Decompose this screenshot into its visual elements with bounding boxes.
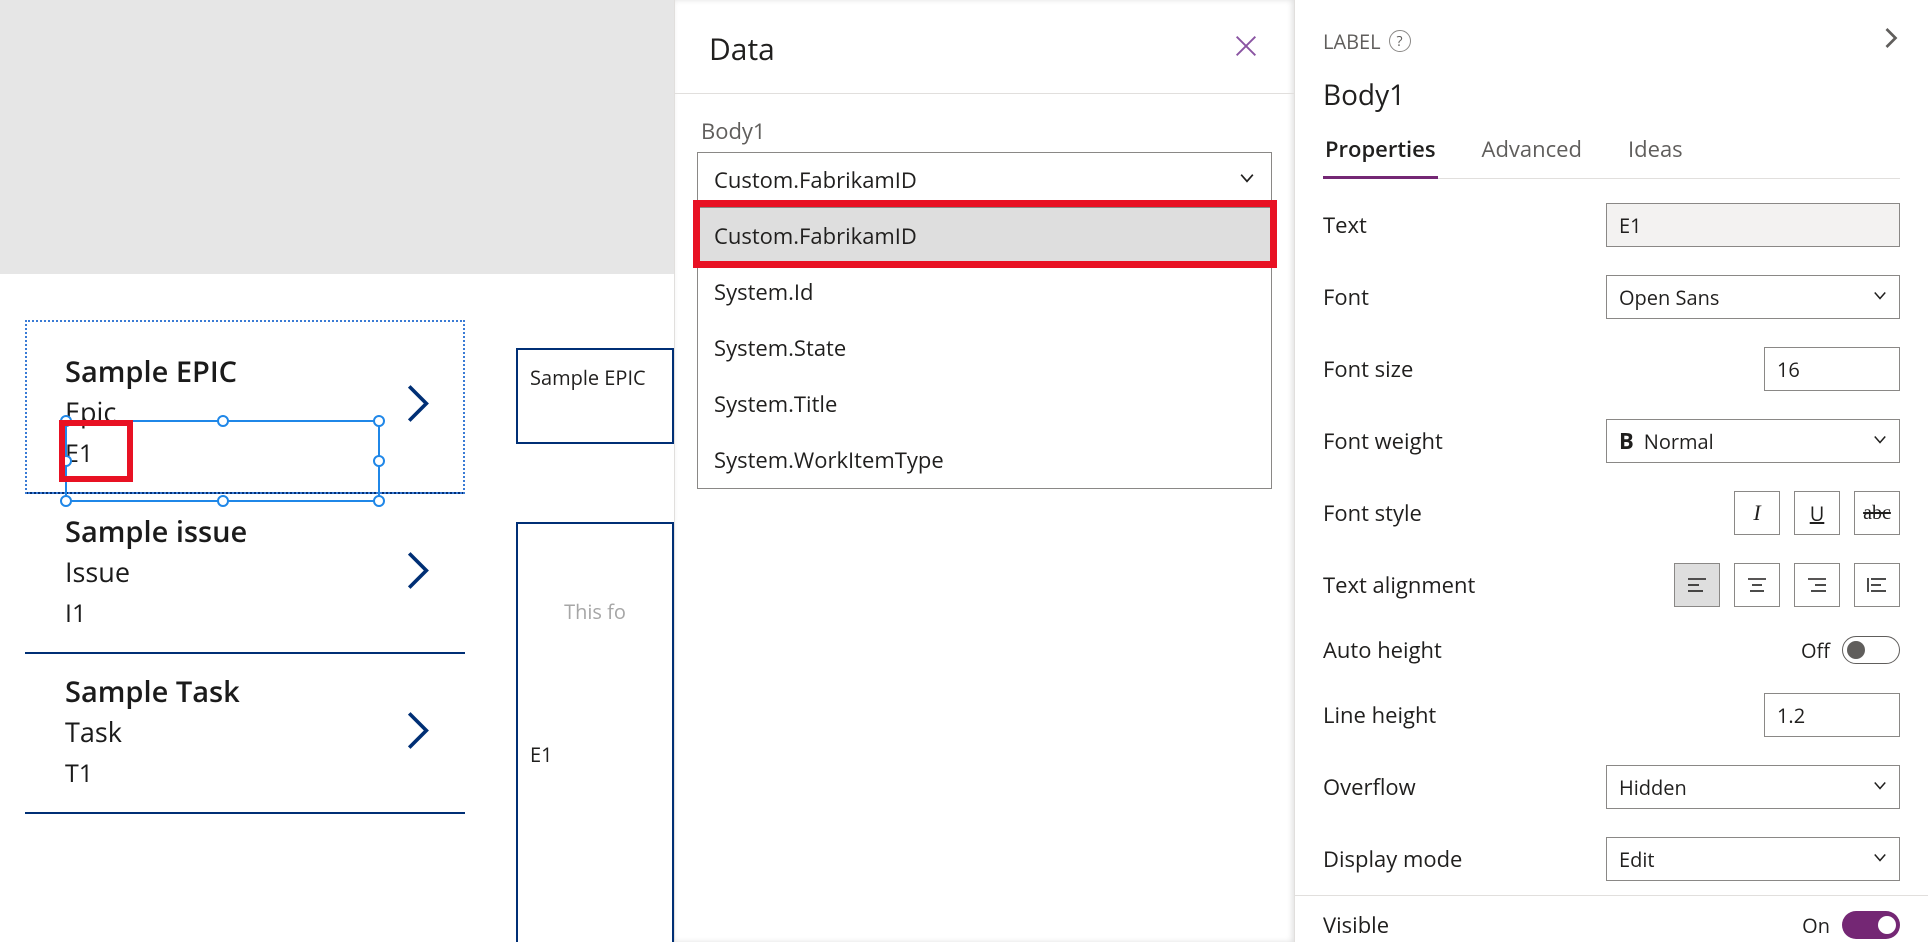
tab-advanced[interactable]: Advanced bbox=[1480, 128, 1584, 178]
detail-card-body[interactable]: This fo E1 bbox=[516, 522, 674, 942]
font-value: Open Sans bbox=[1619, 284, 1719, 311]
chevron-down-icon bbox=[1871, 284, 1889, 311]
visible-toggle[interactable] bbox=[1842, 911, 1900, 939]
italic-button[interactable]: I bbox=[1734, 491, 1780, 535]
gallery-item-type: Task bbox=[65, 713, 455, 750]
bold-icon: B bbox=[1619, 426, 1634, 456]
italic-icon: I bbox=[1753, 500, 1760, 526]
prop-label-fontweight: Font weight bbox=[1323, 426, 1443, 456]
detail-placeholder: This fo bbox=[530, 598, 660, 625]
dropdown-option[interactable]: System.Title bbox=[698, 376, 1271, 432]
dropdown-option[interactable]: Custom.FabrikamID bbox=[698, 208, 1271, 264]
select-value: Custom.FabrikamID bbox=[714, 165, 917, 195]
prop-label-autoheight: Auto height bbox=[1323, 635, 1442, 665]
element-name: Body1 bbox=[1323, 76, 1900, 114]
data-field-label: Body1 bbox=[701, 116, 1272, 146]
align-center-icon bbox=[1745, 575, 1769, 595]
align-left-button[interactable] bbox=[1674, 563, 1720, 607]
resize-handle[interactable] bbox=[373, 455, 385, 467]
tab-ideas[interactable]: Ideas bbox=[1626, 128, 1685, 178]
data-panel: Data Body1 Custom.FabrikamID Custom.Fabr… bbox=[674, 0, 1294, 942]
prop-label-displaymode: Display mode bbox=[1323, 844, 1462, 874]
auto-height-toggle[interactable] bbox=[1842, 636, 1900, 664]
data-field-dropdown: Custom.FabrikamID System.Id System.State… bbox=[697, 207, 1272, 489]
gallery-item-title: Sample EPIC bbox=[65, 352, 455, 391]
prop-label-fontstyle: Font style bbox=[1323, 498, 1422, 528]
gallery-item[interactable]: Sample issue Issue I1 bbox=[25, 494, 465, 654]
gallery-item-title: Sample issue bbox=[65, 512, 455, 551]
chevron-right-icon[interactable] bbox=[403, 549, 435, 598]
dropdown-option[interactable]: System.Id bbox=[698, 264, 1271, 320]
prop-label-visible: Visible bbox=[1323, 910, 1389, 940]
selection-box[interactable] bbox=[65, 420, 380, 502]
prop-label-font: Font bbox=[1323, 282, 1369, 312]
toggle-value-label: Off bbox=[1801, 637, 1830, 664]
chevron-right-icon[interactable] bbox=[403, 382, 435, 431]
detail-header-text: Sample EPIC bbox=[530, 364, 646, 391]
design-canvas[interactable]: Sample EPIC Epic E1 bbox=[0, 0, 674, 942]
element-type-label: LABEL bbox=[1323, 28, 1381, 55]
align-right-icon bbox=[1805, 575, 1829, 595]
font-weight-select[interactable]: B Normal bbox=[1606, 419, 1900, 463]
data-field-select[interactable]: Custom.FabrikamID bbox=[697, 152, 1272, 208]
resize-handle[interactable] bbox=[60, 455, 72, 467]
align-justify-icon bbox=[1865, 575, 1889, 595]
detail-card-header[interactable]: Sample EPIC bbox=[516, 348, 674, 444]
help-icon[interactable]: ? bbox=[1389, 30, 1411, 52]
overflow-value: Hidden bbox=[1619, 774, 1687, 801]
data-panel-title: Data bbox=[709, 28, 775, 69]
text-input[interactable]: E1 bbox=[1606, 203, 1900, 247]
prop-label-fontsize: Font size bbox=[1323, 354, 1413, 384]
strikethrough-button[interactable]: abc bbox=[1854, 491, 1900, 535]
align-center-button[interactable] bbox=[1734, 563, 1780, 607]
align-justify-button[interactable] bbox=[1854, 563, 1900, 607]
gallery-item-title: Sample Task bbox=[65, 672, 455, 711]
line-height-input[interactable]: 1.2 bbox=[1764, 693, 1900, 737]
properties-panel: LABEL ? Body1 Properties Advanced Ideas … bbox=[1294, 0, 1928, 942]
underline-button[interactable]: U bbox=[1794, 491, 1840, 535]
chevron-down-icon bbox=[1237, 165, 1257, 195]
overflow-select[interactable]: Hidden bbox=[1606, 765, 1900, 809]
gallery[interactable]: Sample EPIC Epic E1 bbox=[25, 320, 465, 814]
tab-properties[interactable]: Properties bbox=[1323, 128, 1438, 179]
underline-icon: U bbox=[1810, 500, 1825, 527]
properties-tabs: Properties Advanced Ideas bbox=[1323, 128, 1900, 179]
prop-label-text: Text bbox=[1323, 210, 1367, 240]
display-mode-value: Edit bbox=[1619, 846, 1655, 873]
dropdown-option[interactable]: System.State bbox=[698, 320, 1271, 376]
align-right-button[interactable] bbox=[1794, 563, 1840, 607]
chevron-down-icon bbox=[1871, 774, 1889, 801]
gallery-item[interactable]: Sample EPIC Epic E1 bbox=[25, 320, 465, 494]
prop-label-textalign: Text alignment bbox=[1323, 570, 1475, 600]
dropdown-option[interactable]: System.WorkItemType bbox=[698, 432, 1271, 488]
display-mode-select[interactable]: Edit bbox=[1606, 837, 1900, 881]
close-icon[interactable] bbox=[1232, 32, 1260, 65]
prop-label-lineheight: Line height bbox=[1323, 700, 1436, 730]
gallery-item-id: T1 bbox=[65, 756, 455, 790]
detail-id-text: E1 bbox=[530, 741, 660, 768]
gallery-item-type: Issue bbox=[65, 553, 455, 590]
resize-handle[interactable] bbox=[373, 415, 385, 427]
gallery-item-id: I1 bbox=[65, 596, 455, 630]
prop-label-overflow: Overflow bbox=[1323, 772, 1416, 802]
font-select[interactable]: Open Sans bbox=[1606, 275, 1900, 319]
align-left-icon bbox=[1685, 575, 1709, 595]
chevron-down-icon bbox=[1871, 846, 1889, 873]
gallery-item[interactable]: Sample Task Task T1 bbox=[25, 654, 465, 814]
chevron-right-icon[interactable] bbox=[1882, 24, 1900, 58]
chevron-right-icon[interactable] bbox=[403, 709, 435, 758]
strikethrough-icon: abc bbox=[1863, 502, 1891, 525]
resize-handle[interactable] bbox=[217, 415, 229, 427]
chevron-down-icon bbox=[1871, 428, 1889, 455]
font-weight-value: Normal bbox=[1644, 428, 1714, 455]
toggle-value-label: On bbox=[1802, 912, 1830, 939]
resize-handle[interactable] bbox=[60, 415, 72, 427]
font-size-input[interactable]: 16 bbox=[1764, 347, 1900, 391]
